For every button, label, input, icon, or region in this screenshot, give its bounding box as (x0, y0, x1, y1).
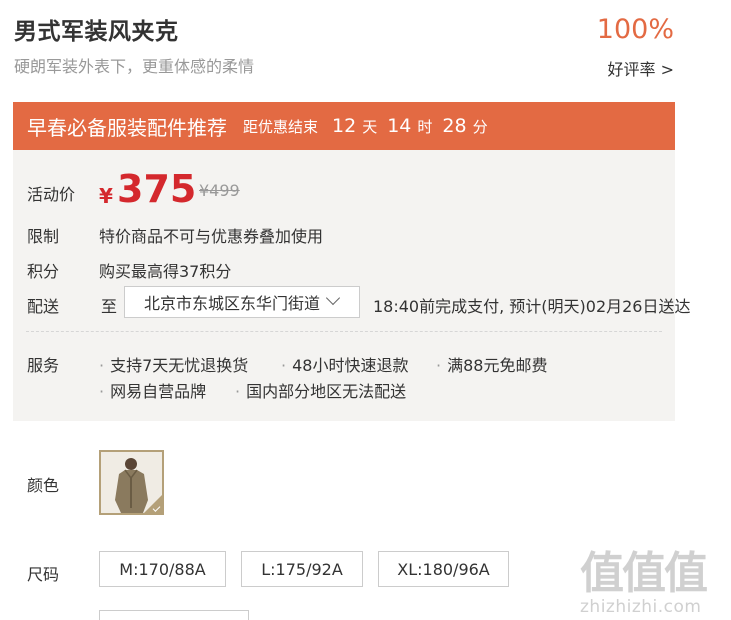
product-info-panel: 活动价 ¥ 375 ¥499 限制 特价商品不可与优惠券叠加使用 积分 购买最高… (13, 150, 691, 421)
countdown-hours: 14 (387, 115, 412, 137)
watermark: 值值值 zhizhizhi.com (580, 537, 708, 617)
service-item: · 国内部分地区无法配送 (235, 382, 407, 401)
promo-countdown: 距优惠结束 12 天 14 时 28 分 (243, 115, 488, 137)
color-swatch-selected[interactable] (99, 450, 164, 515)
service-item: · 网易自营品牌 (99, 382, 207, 401)
shipping-to: 至 (101, 297, 118, 316)
sale-price: 375 (117, 167, 197, 211)
service-label: 服务 (27, 356, 60, 375)
chevron-down-icon (325, 290, 341, 306)
limit-label: 限制 (27, 227, 60, 246)
rating-link[interactable]: 好评率 > (608, 56, 675, 80)
service-item: · 支持7天无忧退换货 (99, 356, 249, 375)
size-option-more[interactable] (99, 610, 249, 620)
countdown-days: 12 (332, 115, 357, 137)
countdown-minutes: 28 (442, 115, 467, 137)
countdown-minutes-unit: 分 (472, 118, 488, 136)
shipping-label: 配送 (27, 297, 60, 316)
promo-bar: 早春必备服装配件推荐 距优惠结束 12 天 14 时 28 分 (13, 102, 675, 150)
points-label: 积分 (27, 262, 60, 281)
points-text: 购买最高得37积分 (99, 262, 232, 281)
size-option-xl[interactable]: XL:180/96A (378, 551, 509, 587)
service-item: · 满88元免邮费 (436, 356, 548, 375)
price-label: 活动价 (27, 185, 76, 204)
countdown-hours-unit: 时 (417, 118, 433, 136)
watermark-url: zhizhizhi.com (580, 597, 702, 617)
limit-text: 特价商品不可与优惠券叠加使用 (99, 227, 324, 246)
original-price: ¥499 (199, 181, 240, 200)
promo-title: 早春必备服装配件推荐 (27, 115, 227, 140)
size-option-l[interactable]: L:175/92A (241, 551, 363, 587)
service-item: · 48小时快速退款 (281, 356, 409, 375)
size-label: 尺码 (27, 565, 60, 584)
watermark-logo: 值值值 (580, 548, 708, 599)
product-subtitle: 硬朗军装外表下，更重体感的柔情 (14, 57, 255, 76)
color-label: 颜色 (27, 476, 60, 495)
size-option-m[interactable]: M:170/88A (99, 551, 226, 587)
countdown-label: 距优惠结束 (243, 118, 319, 136)
countdown-days-unit: 天 (362, 118, 378, 136)
delivery-estimate: 18:40前完成支付, 预计(明天)02月26日送达 (373, 297, 691, 316)
currency-symbol: ¥ (99, 184, 113, 208)
rating-percent: 100% (596, 14, 674, 45)
divider (26, 331, 662, 332)
address-select[interactable]: 北京市东城区东华门街道 (124, 286, 360, 318)
address-value: 北京市东城区东华门街道 (144, 294, 321, 313)
product-title: 男式军装风夹克 (14, 19, 179, 45)
